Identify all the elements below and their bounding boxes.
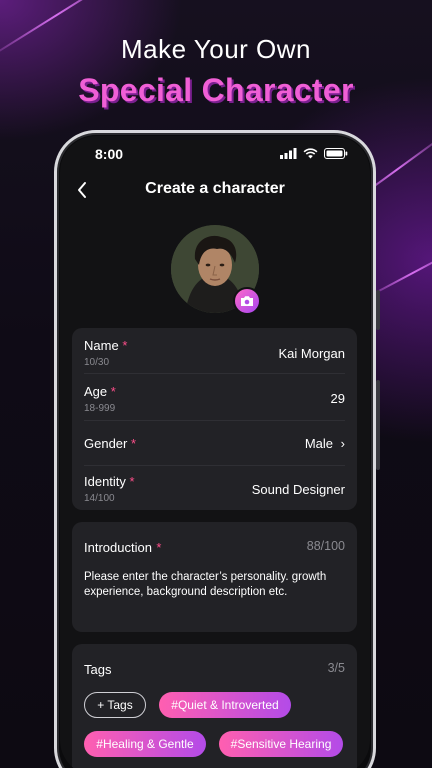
identity-label: Identity <box>84 474 126 489</box>
battery-icon <box>324 148 348 159</box>
tags-label: Tags <box>84 662 112 677</box>
name-value[interactable]: Kai Morgan <box>279 346 345 361</box>
introduction-textarea[interactable]: Please enter the character’s personality… <box>84 570 337 600</box>
required-marker: * <box>129 474 135 489</box>
tags-card: Tags 3/5 + Tags #Quiet & Introverted #He… <box>72 644 357 768</box>
signal-icon <box>280 148 297 159</box>
title-bar: Create a character <box>60 180 370 204</box>
phone-side-button <box>376 380 380 470</box>
name-field[interactable]: Name * 10/30 Kai Morgan <box>84 338 345 374</box>
tag-chip[interactable]: #Healing & Gentle <box>84 731 206 757</box>
required-marker: * <box>131 436 137 451</box>
gender-value-text: Male <box>304 436 334 451</box>
gender-field[interactable]: Gender * Male › <box>84 436 345 456</box>
avatar-picker[interactable] <box>171 225 261 315</box>
wifi-icon <box>303 148 318 159</box>
tag-chip[interactable]: #Sensitive Hearing <box>219 731 343 757</box>
identity-field[interactable]: Identity * 14/100 Sound Designer <box>84 474 345 510</box>
status-icons <box>280 148 348 159</box>
introduction-card[interactable]: Introduction * 88/100 Please enter the c… <box>72 522 357 632</box>
divider <box>84 373 345 374</box>
promo-headline-highlight: Special Character <box>78 72 354 108</box>
tags-count: 3/5 <box>327 661 345 675</box>
basic-info-card: Name * 10/30 Kai Morgan Age * 18-999 29 … <box>72 328 357 510</box>
tag-chip[interactable]: #Quiet & Introverted <box>159 692 291 718</box>
divider <box>84 465 345 466</box>
status-bar: 8:00 <box>60 146 370 164</box>
introduction-label: Introduction <box>84 540 152 555</box>
age-label: Age <box>84 384 108 399</box>
app-screen: 8:00 Create a character Name * 10/30 Kai… <box>60 136 370 768</box>
promo-headline: Make Your Own <box>120 34 312 64</box>
required-marker: * <box>122 338 128 353</box>
camera-icon[interactable] <box>233 287 261 315</box>
status-time: 8:00 <box>95 146 124 162</box>
age-value[interactable]: 29 <box>331 391 345 406</box>
chevron-right-icon: › <box>340 436 345 451</box>
name-label: Name <box>84 338 119 353</box>
gender-label: Gender <box>84 436 128 451</box>
phone-side-button <box>376 290 380 330</box>
required-marker: * <box>156 540 162 555</box>
tags-header: Tags <box>84 661 345 679</box>
divider <box>84 420 345 421</box>
page-title: Create a character <box>145 180 285 197</box>
identity-value[interactable]: Sound Designer <box>252 482 345 497</box>
add-tags-button[interactable]: + Tags <box>84 692 146 718</box>
introduction-char-count: 88/100 <box>306 539 345 553</box>
age-range: 18-999 <box>84 403 116 414</box>
age-field[interactable]: Age * 18-999 29 <box>84 384 345 420</box>
required-marker: * <box>110 384 116 399</box>
gender-value[interactable]: Male › <box>305 436 345 451</box>
